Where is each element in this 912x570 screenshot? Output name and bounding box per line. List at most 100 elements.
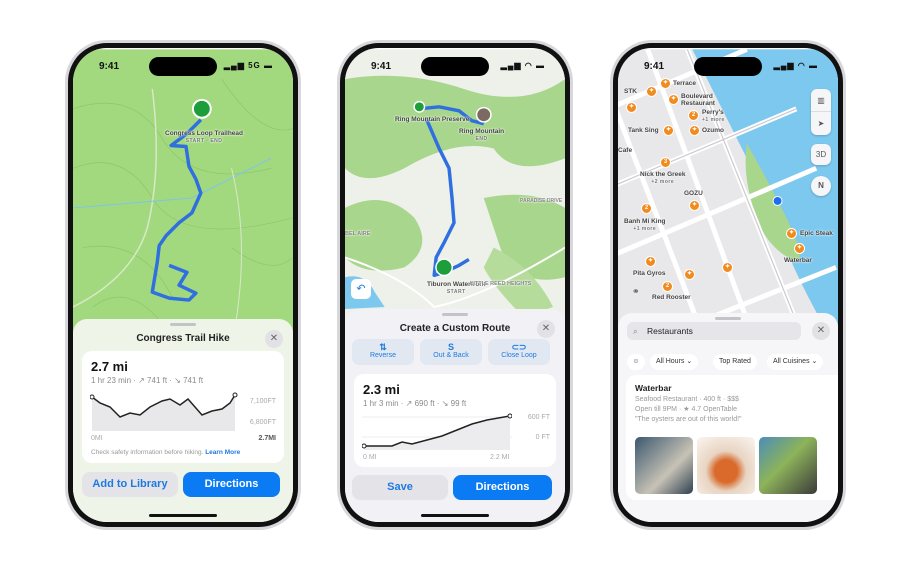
elev-low: 0 FT	[535, 434, 550, 441]
area-label: PARADISE DRIVE	[520, 198, 563, 204]
map-place-label: Epic Steak	[800, 230, 833, 237]
elev-high: 600 FT	[527, 414, 550, 421]
dynamic-island	[149, 57, 217, 76]
dynamic-island	[694, 57, 762, 76]
map-place-label: Waterbar	[784, 257, 812, 264]
result-details: Seafood Restaurant · 400 ft · $$$ Open ti…	[635, 396, 742, 423]
x-end: 2.2 MI	[490, 454, 510, 461]
3d-button[interactable]: 3D	[811, 144, 831, 165]
elev-low: 6,800FT	[249, 419, 276, 426]
map-place-label: Boulevard Restaurant	[681, 93, 715, 107]
map-controls: ▥ ➤	[811, 89, 831, 135]
x-start: 0MI	[91, 435, 103, 442]
result-photo[interactable]	[635, 437, 693, 494]
sheet-grabber[interactable]	[442, 313, 468, 316]
signal-wifi-battery-icon: ▂▄▆ ◠ ▬	[773, 61, 818, 70]
restaurant-pin[interactable]: ✦	[684, 269, 695, 280]
restaurant-pin[interactable]: ✦	[722, 262, 733, 273]
add-to-library-button[interactable]: Add to Library	[82, 472, 178, 497]
elevation-profile	[362, 413, 512, 450]
restaurant-pin[interactable]: 2	[641, 203, 652, 214]
network: 5G	[248, 61, 261, 70]
home-indicator	[421, 514, 489, 517]
clock: 9:41	[644, 61, 665, 72]
close-loop-button[interactable]: ⊂⊃ Close Loop	[488, 339, 550, 365]
trail-meta: 1 hr 23 min · ↗ 741 ft · ↘ 741 ft	[91, 376, 204, 385]
map-place-label: Pita Gyros	[633, 270, 666, 277]
out-and-back-button[interactable]: S Out & Back	[420, 339, 482, 365]
save-button[interactable]: Save	[352, 475, 448, 500]
map-place-label: Banh Mi King +1 more	[624, 218, 666, 232]
filter-all-cuisines[interactable]: All Cuisines ⌄	[767, 354, 824, 370]
sheet-title: Create a Custom Route	[399, 323, 511, 334]
x-start: 0 MI	[363, 454, 377, 461]
search-icon: ⌕	[633, 326, 638, 336]
restaurant-pin[interactable]: ✦	[794, 243, 805, 254]
close-icon[interactable]: ✕	[537, 320, 555, 338]
reverse-button[interactable]: ⇅ Reverse	[352, 339, 414, 365]
out-and-back-icon: S	[447, 342, 454, 352]
filter-all-hours[interactable]: All Hours ⌄	[650, 354, 699, 370]
restaurant-pin[interactable]: 3	[660, 157, 671, 168]
directions-button[interactable]: Directions	[183, 472, 280, 497]
clock: 9:41	[99, 61, 120, 72]
compass-icon[interactable]: N	[811, 176, 831, 196]
trailhead-label: Congress Loop Trailhead START · END	[165, 130, 244, 144]
close-icon[interactable]: ✕	[265, 330, 283, 348]
restaurant-pin[interactable]: ✦	[668, 94, 679, 105]
result-card-waterbar[interactable]: Waterbar Seafood Restaurant · 400 ft · $…	[626, 375, 838, 500]
restaurant-pin[interactable]: ✦	[663, 125, 674, 136]
signal-5g-battery-icon: ▂▄▆ 5G ▬	[223, 61, 273, 70]
result-photo[interactable]	[759, 437, 817, 494]
clear-search-icon[interactable]: ✕	[812, 322, 830, 340]
topo-map[interactable]	[73, 48, 293, 348]
x-end: 2.7MI	[258, 435, 276, 442]
search-sheet: ⌕ Restaurants ✕ ☺ All Hours ⌄ Top Rated A…	[618, 313, 838, 522]
restaurant-pin[interactable]: ✦	[689, 125, 700, 136]
safety-note: Check safety information before hiking. …	[91, 449, 241, 456]
close-loop-icon: ⊂⊃	[511, 342, 527, 352]
directions-button[interactable]: Directions	[453, 475, 552, 500]
distance: 2.7 mi	[91, 359, 128, 374]
result-photo[interactable]	[697, 437, 755, 494]
elevation-card: 2.3 mi 1 hr 3 min · ↗ 690 ft · ↘ 99 ft 6…	[354, 374, 556, 467]
result-name: Waterbar	[635, 383, 672, 393]
trail-sheet: Congress Trail Hike ✕ 2.7 mi 1 hr 23 min…	[73, 319, 293, 522]
custom-route-sheet: Create a Custom Route ✕ ⇅ Reverse S Out & …	[345, 309, 565, 522]
mountain-label: Ring Mountain END	[459, 128, 505, 142]
location-arrow-icon[interactable]: ➤	[811, 112, 831, 135]
screen: 9:41 ▂▄▆ ◠ ▬ ✦ Terrace ✦ STK ✦ ✦ Boulevard R…	[618, 48, 838, 522]
filter-icon[interactable]: ☺	[627, 354, 645, 370]
undo-icon[interactable]: ↶	[351, 279, 371, 299]
area-label: LITTLE REED HEIGHTS	[470, 281, 532, 287]
map-place-label: Ozumo	[702, 127, 725, 134]
phone-custom-route: 9:41 ▂▄▆ ◠ ▬ Ring Mountain Preserve Ring …	[337, 40, 573, 530]
phone-restaurants: 9:41 ▂▄▆ ◠ ▬ ✦ Terrace ✦ STK ✦ ✦ Boulevard R…	[610, 40, 846, 530]
sheet-grabber[interactable]	[170, 323, 196, 326]
dynamic-island	[421, 57, 489, 76]
restaurant-pin[interactable]: ✦	[660, 78, 671, 89]
map-mode-icon[interactable]: ▥	[811, 89, 831, 112]
restaurant-pin[interactable]: ✦	[786, 228, 797, 239]
map-place-label: STK	[624, 88, 637, 95]
restaurant-pin[interactable]: ✦	[645, 256, 656, 267]
map-place-label: Nick the Greek +2 more	[640, 171, 686, 185]
search-input[interactable]: ⌕ Restaurants	[627, 322, 801, 340]
restaurant-pin[interactable]: ✦	[689, 200, 700, 211]
sheet-title: Congress Trail Hike	[136, 333, 230, 344]
map-place-label: Tank Sing	[628, 127, 659, 134]
route-meta: 1 hr 3 min · ↗ 690 ft · ↘ 99 ft	[363, 399, 467, 408]
sheet-grabber[interactable]	[715, 317, 741, 320]
screen: 9:41 ▂▄▆ 5G ▬ Congress Loop Trailhead STAR…	[73, 48, 293, 522]
preserve-label: Ring Mountain Preserve	[395, 116, 470, 123]
map-place-label: Cafe	[618, 147, 633, 154]
restaurant-pin[interactable]: ✦	[646, 86, 657, 97]
restaurant-pin[interactable]: ✦	[626, 102, 637, 113]
restaurant-pin[interactable]: 2	[688, 110, 699, 121]
filter-top-rated[interactable]: Top Rated	[713, 354, 757, 370]
binoculars-icon[interactable]: ⚭	[632, 286, 640, 297]
distance: 2.3 mi	[363, 382, 400, 397]
restaurant-pin[interactable]: 2	[662, 281, 673, 292]
learn-more-link[interactable]: Learn More	[205, 449, 240, 456]
map-place-label: Terrace	[673, 80, 697, 87]
